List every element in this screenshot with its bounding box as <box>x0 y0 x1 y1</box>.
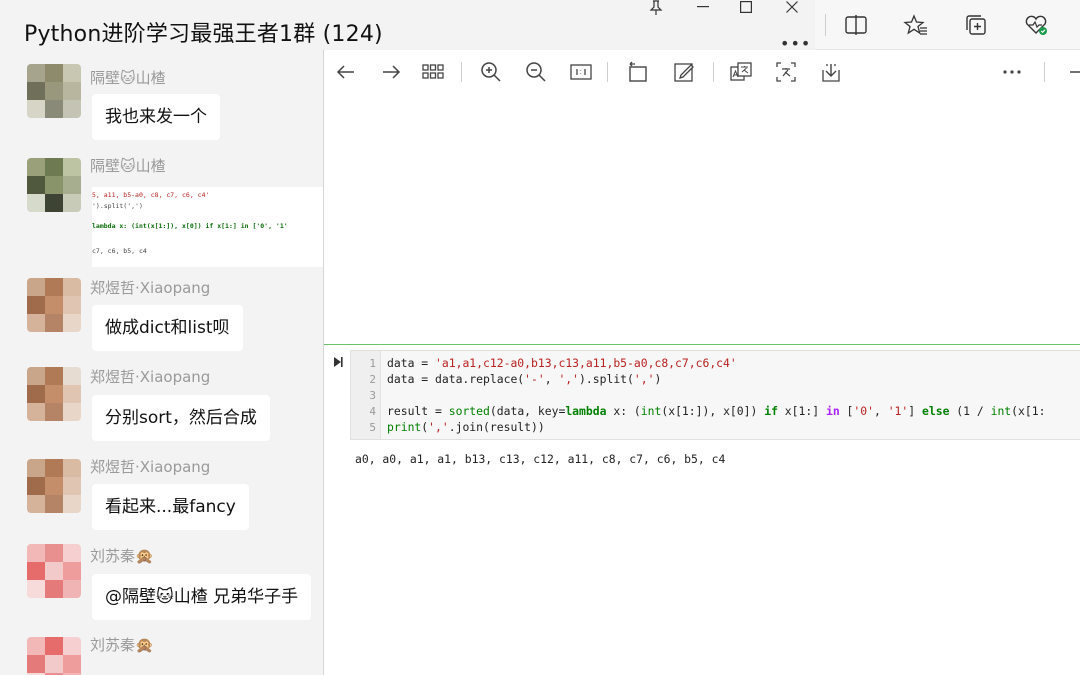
minimize-icon[interactable] <box>1064 60 1080 84</box>
list-item: 隔壁🐱山楂 我也来发一个 <box>0 62 323 152</box>
sender-name: 郑煜哲·Xiaopang <box>90 368 211 386</box>
more-options-icon[interactable] <box>1000 60 1024 84</box>
avatar[interactable] <box>27 544 81 598</box>
cell-output: a0, a0, a1, a1, b13, c13, c12, a11, c8, … <box>355 452 726 466</box>
toolbar-divider <box>461 62 462 82</box>
minimize-icon[interactable] <box>688 6 718 8</box>
list-item: 刘苏秦🙊 @隔壁🐱山楂 兄弟华子手 <box>0 542 323 632</box>
avatar[interactable] <box>27 278 81 332</box>
chat-title: Python进阶学习最强王者1群 (124) <box>24 22 383 47</box>
sender-name: 刘苏秦🙊 <box>90 636 154 654</box>
message-bubble[interactable]: 分别sort，然后合成 <box>92 395 270 441</box>
list-item: 郑煜哲·Xiaopang 分别sort，然后合成 <box>0 362 323 452</box>
split-screen-icon[interactable] <box>843 12 869 38</box>
line-number: 3 <box>369 389 376 402</box>
browser-toolbar <box>815 0 1080 50</box>
sender-name: 郑煜哲·Xiaopang <box>90 458 211 476</box>
sender-name: 隔壁🐱山楂 <box>90 157 166 175</box>
list-item: 刘苏秦🙊 <box>0 632 323 675</box>
back-icon[interactable] <box>334 60 358 84</box>
avatar[interactable] <box>27 367 81 421</box>
thumbnails-icon[interactable] <box>421 60 445 84</box>
line-number-gutter: 1 2 3 4 5 <box>351 351 381 439</box>
cell-selection-rule <box>324 344 1080 345</box>
code-thumb-line: c7, c6, b5, c4 <box>92 247 147 255</box>
list-item: 郑煜哲·Xiaopang 做成dict和list呗 <box>0 272 323 362</box>
avatar[interactable] <box>27 64 81 118</box>
code-thumb-line: 5, a11, b5-a0, c8, c7, c6, c4' <box>92 191 210 199</box>
close-icon[interactable] <box>777 1 807 13</box>
rotate-icon[interactable] <box>626 60 650 84</box>
code-line: data = data.replace('-', ',').split(',') <box>387 372 662 386</box>
toolbar-divider <box>825 14 826 36</box>
avatar[interactable] <box>27 637 81 675</box>
avatar[interactable] <box>27 158 81 212</box>
toolbar-divider <box>1044 62 1045 82</box>
chat-message-list[interactable]: 隔壁🐱山楂 我也来发一个 隔壁🐱山楂 5, a11, b5-a0, c8, c7… <box>0 62 323 675</box>
code-line: data = 'a1,a1,c12-a0,b13,c13,a11,b5-a0,c… <box>387 356 737 370</box>
zoom-in-icon[interactable] <box>479 60 503 84</box>
line-number: 2 <box>369 373 376 386</box>
sender-name: 郑煜哲·Xiaopang <box>90 279 211 297</box>
code-cell[interactable]: 1 2 3 4 5 data = 'a1,a1,c12-a0,b13,c13,a… <box>350 350 1080 440</box>
message-bubble[interactable]: 看起来...最fancy <box>92 484 249 530</box>
line-number: 5 <box>369 421 376 434</box>
message-bubble[interactable]: 做成dict和list呗 <box>92 305 243 351</box>
toolbar-divider <box>713 62 714 82</box>
favorites-icon[interactable] <box>903 12 929 38</box>
ocr-text-icon[interactable] <box>774 60 798 84</box>
toolbar-divider <box>607 62 608 82</box>
notebook-viewer: 1 2 3 4 5 data = 'a1,a1,c12-a0,b13,c13,a… <box>323 50 1080 675</box>
code-screenshot-image[interactable]: 5, a11, b5-a0, c8, c7, c6, c4' ').split(… <box>92 187 323 267</box>
sender-name: 刘苏秦🙊 <box>90 547 154 565</box>
viewer-toolbar <box>324 50 1080 94</box>
message-bubble[interactable]: @隔壁🐱山楂 兄弟华子手 <box>92 574 312 620</box>
avatar[interactable] <box>27 459 81 513</box>
save-icon[interactable] <box>819 60 843 84</box>
zoom-out-icon[interactable] <box>524 60 548 84</box>
pin-icon[interactable] <box>641 0 671 16</box>
collections-icon[interactable] <box>963 12 989 38</box>
code-line: print(','.join(result)) <box>387 420 545 434</box>
line-number: 4 <box>369 405 376 418</box>
list-item: 郑煜哲·Xiaopang 看起来...最fancy <box>0 452 323 542</box>
line-number: 1 <box>369 357 376 370</box>
edit-icon[interactable] <box>672 60 696 84</box>
code-thumb-line: lambda x: (int(x[1:]), x[0]) if x[1:] in… <box>92 222 288 230</box>
run-cell-icon[interactable] <box>333 356 343 371</box>
message-bubble[interactable]: 我也来发一个 <box>92 94 220 140</box>
notebook-blank-area <box>324 94 1080 344</box>
forward-icon[interactable] <box>379 60 403 84</box>
sender-name: 隔壁🐱山楂 <box>90 69 166 87</box>
maximize-icon[interactable] <box>731 1 761 13</box>
code-line: result = sorted(data, key=lambda x: (int… <box>387 404 1046 418</box>
code-thumb-line: ').split(',') <box>92 202 143 210</box>
list-item: 隔壁🐱山楂 5, a11, b5-a0, c8, c7, c6, c4' ').… <box>0 152 323 272</box>
actual-size-icon[interactable] <box>569 60 593 84</box>
screen: Python进阶学习最强王者1群 (124) ••• 隔壁🐱山楂 我也来发一个 <box>0 0 1080 675</box>
browser-essentials-icon[interactable] <box>1023 12 1049 38</box>
translate-icon[interactable] <box>729 60 753 84</box>
